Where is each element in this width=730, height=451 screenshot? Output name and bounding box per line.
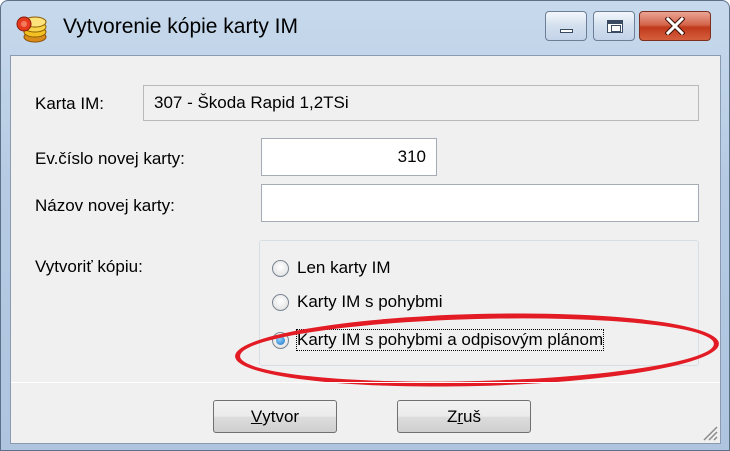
option-cards-with-movements[interactable]: Karty IM s pohybmi xyxy=(272,292,443,312)
cancel-button-label: uš xyxy=(463,406,482,426)
title-bar[interactable]: Vytvorenie kópie karty IM xyxy=(1,1,729,55)
radio-cards-with-plan[interactable] xyxy=(272,331,289,349)
button-separator xyxy=(11,382,720,383)
dialog-client-area: Karta IM: 307 - Škoda Rapid 1,2TSi Ev.čí… xyxy=(10,55,721,444)
ev-cislo-input[interactable]: 310 xyxy=(261,138,437,176)
create-button-mnemonic: V xyxy=(250,406,263,426)
ev-cislo-label: Ev.číslo novej karty: xyxy=(35,149,185,168)
maximize-button[interactable] xyxy=(593,11,635,41)
maximize-icon xyxy=(607,20,623,33)
cancel-button[interactable]: Zr uš xyxy=(397,400,531,433)
cancel-button-start: Z xyxy=(446,406,458,426)
resize-grip-icon[interactable] xyxy=(700,423,718,441)
nazov-label: Názov novej karty: xyxy=(35,196,175,215)
copy-options-group: Len karty IM Karty IM s pohybmi Karty IM… xyxy=(259,240,699,366)
option-cards-only-label: Len karty IM xyxy=(297,258,391,277)
window-title: Vytvorenie kópie karty IM xyxy=(63,15,298,38)
karta-im-value: 307 - Škoda Rapid 1,2TSi xyxy=(154,93,349,112)
minimize-icon xyxy=(560,29,573,33)
close-icon xyxy=(640,12,710,40)
option-cards-with-plan[interactable]: Karty IM s pohybmi a odpisovým plánom xyxy=(272,329,605,351)
option-cards-with-movements-label: Karty IM s pohybmi xyxy=(297,292,443,311)
ev-cislo-value: 310 xyxy=(397,147,426,166)
radio-cards-with-movements[interactable] xyxy=(272,293,289,311)
copy-type-label: Vytvoriť kópiu: xyxy=(35,257,143,276)
option-cards-only[interactable]: Len karty IM xyxy=(272,258,391,278)
radio-cards-only[interactable] xyxy=(272,259,289,277)
option-cards-with-plan-label: Karty IM s pohybmi a odpisovým plánom xyxy=(295,329,605,351)
dialog-window: Vytvorenie kópie karty IM Karta IM: 307 … xyxy=(0,0,730,451)
karta-im-label: Karta IM: xyxy=(35,94,104,113)
karta-im-field: 307 - Škoda Rapid 1,2TSi xyxy=(143,85,699,121)
minimize-button[interactable] xyxy=(545,11,587,41)
nazov-input[interactable] xyxy=(261,184,699,222)
create-button-label: ytvor xyxy=(262,406,300,426)
create-button[interactable]: Vytvor xyxy=(213,400,337,433)
coins-app-icon xyxy=(16,16,47,43)
close-button[interactable] xyxy=(639,11,711,41)
